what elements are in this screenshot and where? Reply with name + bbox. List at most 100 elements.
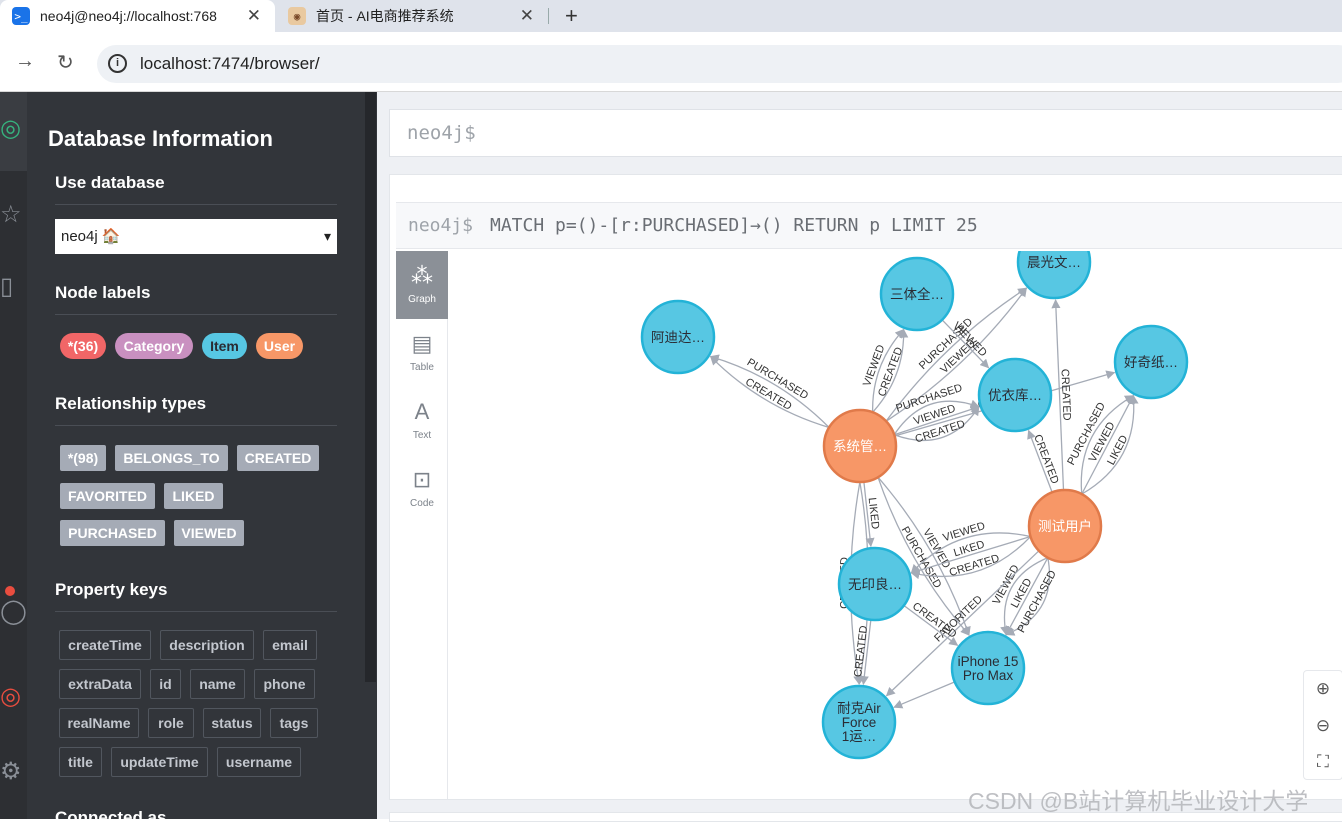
graph-node-chenguang[interactable]: 晨光文…	[1016, 251, 1092, 300]
property-key[interactable]: tags	[270, 708, 318, 738]
new-tab-icon[interactable]: +	[565, 3, 578, 29]
relationship-edge[interactable]	[893, 681, 956, 709]
property-key[interactable]: updateTime	[111, 747, 208, 777]
page-favicon-icon: ◉	[288, 7, 306, 25]
cloud-icon[interactable]: ◎	[0, 682, 21, 711]
graph-node-iphone[interactable]: iPhone 15Pro Max	[950, 630, 1026, 706]
view-graph-button[interactable]: ⁂ Graph	[396, 251, 448, 319]
property-key[interactable]: realName	[59, 708, 139, 738]
zoom-out-icon[interactable]: ⊖	[1304, 708, 1342, 744]
rel-type-viewed[interactable]: VIEWED	[174, 520, 244, 546]
node-caption: 测试用户	[1038, 518, 1092, 534]
drawer-scrollbar[interactable]	[365, 92, 376, 682]
property-key[interactable]: role	[148, 708, 194, 738]
tab-ai-shop[interactable]: ◉ 首页 - AI电商推荐系统 ✕	[276, 0, 548, 32]
neo4j-icon-rail: ◎ ☆ ▯ ◯ ◎ ⚙	[0, 92, 27, 819]
drawer-title: Database Information	[48, 126, 273, 151]
frame-header[interactable]: neo4j$ MATCH p=()-[r:PURCHASED]→() RETUR…	[396, 202, 1342, 249]
node-caption: Force	[842, 715, 877, 730]
node-label-category[interactable]: Category	[115, 333, 193, 359]
frame-query[interactable]: MATCH p=()-[r:PURCHASED]→() RETURN p LIM…	[490, 215, 978, 236]
node-caption: iPhone 15	[958, 654, 1019, 669]
frame-prompt: neo4j$	[408, 215, 474, 236]
star-icon[interactable]: ☆	[0, 200, 22, 229]
cypher-editor[interactable]: neo4j$	[389, 109, 1342, 157]
node-label-user[interactable]: User	[256, 333, 303, 359]
property-key[interactable]: phone	[254, 669, 315, 699]
graph-canvas[interactable]: CREATEDPURCHASED VIEWEDCREATED PURCHASEDVI…	[448, 251, 1342, 799]
connected-as-heading: Connected as	[55, 808, 167, 827]
result-frame: neo4j$ MATCH p=()-[r:PURCHASED]→() RETUR…	[389, 174, 1342, 800]
graph-node-nike[interactable]: 耐克AirForce1运…	[821, 684, 897, 760]
graph-nodes: 系统管… 测试用户 阿迪达… 三体全… 晨光文… 优衣库… 好奇纸… 无印良… iPhone 1…	[640, 251, 1189, 760]
database-icon[interactable]: ◎	[0, 114, 21, 143]
node-label-all[interactable]: *(36)	[60, 333, 106, 359]
database-select[interactable]: neo4j 🏠 ▾	[55, 219, 337, 254]
url-field[interactable]: i localhost:7474/browser/	[97, 45, 1342, 83]
relationship-label: LIKED	[952, 539, 986, 560]
node-caption: 好奇纸…	[1124, 354, 1178, 370]
relationship-label: CREATED	[1058, 369, 1072, 421]
code-icon: ⊡	[412, 467, 432, 492]
node-caption: 优衣库…	[988, 388, 1042, 403]
zoom-in-icon[interactable]: ⊕	[1304, 671, 1342, 707]
node-labels-heading: Node labels	[55, 283, 151, 302]
help-icon[interactable]: ◯	[0, 597, 27, 626]
divider	[55, 314, 337, 315]
view-code-button[interactable]: ⊡ Code	[396, 455, 448, 523]
url-text[interactable]: localhost:7474/browser/	[140, 54, 320, 74]
node-caption: 晨光文…	[1027, 255, 1081, 270]
property-key[interactable]: id	[150, 669, 181, 699]
property-key[interactable]: description	[160, 630, 254, 660]
tab-neo4j[interactable]: >_ neo4j@neo4j://localhost:768 ✕	[0, 0, 275, 32]
document-icon[interactable]: ▯	[0, 272, 13, 301]
property-key[interactable]: extraData	[59, 669, 141, 699]
watermark: CSDN @B站计算机毕业设计大学	[968, 788, 1309, 814]
graph-node-sys[interactable]: 系统管…	[822, 408, 898, 484]
divider	[55, 204, 337, 205]
neo4j-main-area: neo4j$ neo4j$ MATCH p=()-[r:PURCHASED]→(…	[377, 92, 1342, 822]
node-caption: 1运…	[842, 729, 877, 744]
graph-node-santi[interactable]: 三体全…	[879, 256, 955, 332]
node-caption: 耐克Air	[837, 701, 881, 716]
close-icon[interactable]: ✕	[247, 6, 261, 26]
property-key[interactable]: title	[59, 747, 102, 777]
divider	[55, 425, 337, 426]
relationship-types-heading: Relationship types	[55, 394, 207, 413]
graph-node-muji[interactable]: 无印良…	[837, 546, 913, 622]
terminal-icon: >_	[12, 7, 30, 25]
graph-node-haoqi[interactable]: 好奇纸…	[1113, 324, 1189, 400]
fit-screen-icon[interactable]: ⛶	[1304, 744, 1342, 780]
zoom-controls: ⊕ ⊖ ⛶	[1303, 670, 1342, 780]
node-caption: 系统管…	[833, 439, 887, 454]
gear-icon[interactable]: ⚙	[0, 757, 22, 786]
node-caption: 阿迪达…	[651, 330, 705, 345]
node-caption: 三体全…	[890, 286, 944, 302]
tab-title: neo4j@neo4j://localhost:768	[40, 8, 217, 24]
property-key[interactable]: createTime	[59, 630, 151, 660]
property-key[interactable]: email	[263, 630, 317, 660]
rel-type-favorited[interactable]: FAVORITED	[60, 483, 155, 509]
rel-type-purchased[interactable]: PURCHASED	[60, 520, 165, 546]
node-caption: Pro Max	[963, 668, 1014, 683]
close-icon[interactable]: ✕	[520, 6, 534, 26]
graph-node-test[interactable]: 测试用户	[1027, 488, 1103, 564]
info-icon[interactable]: i	[108, 54, 127, 73]
rel-type-belongs-to[interactable]: BELONGS_TO	[115, 445, 228, 471]
graph-node-adidas[interactable]: 阿迪达…	[640, 299, 716, 375]
rel-type-created[interactable]: CREATED	[237, 445, 319, 471]
view-table-button[interactable]: ▤ Table	[396, 319, 448, 387]
forward-icon[interactable]: →	[15, 50, 35, 73]
editor-prompt: neo4j$	[407, 122, 476, 144]
property-key[interactable]: name	[190, 669, 245, 699]
rel-type-all[interactable]: *(98)	[60, 445, 106, 471]
view-text-button[interactable]: A Text	[396, 387, 448, 455]
rel-type-liked[interactable]: LIKED	[164, 483, 223, 509]
text-icon: A	[414, 399, 430, 424]
property-key[interactable]: username	[217, 747, 301, 777]
node-label-item[interactable]: Item	[202, 333, 247, 359]
property-key[interactable]: status	[203, 708, 261, 738]
node-caption: 无印良…	[848, 577, 902, 592]
reload-icon[interactable]: ↻	[57, 50, 74, 75]
graph-node-uniqlo[interactable]: 优衣库…	[977, 357, 1053, 433]
